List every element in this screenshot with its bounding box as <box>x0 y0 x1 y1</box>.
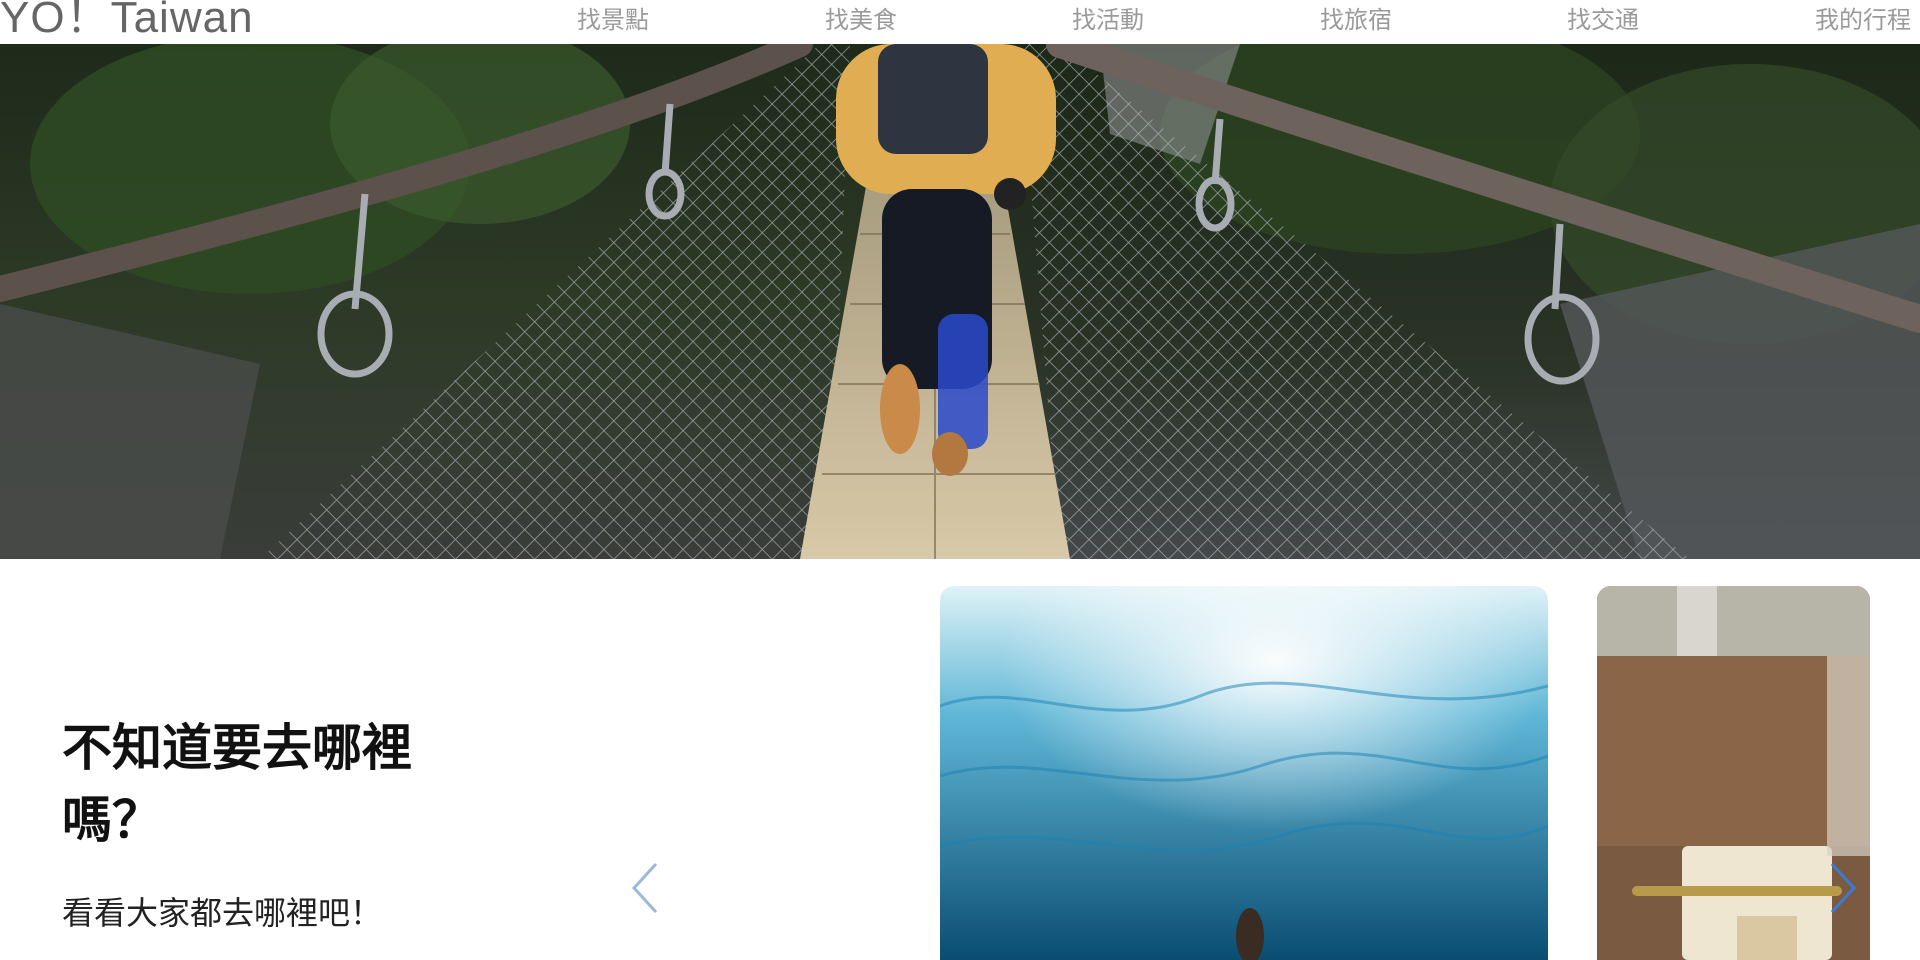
nav-item-food[interactable]: 找美食 <box>825 0 897 40</box>
site-logo[interactable]: YO！Taiwan <box>0 0 254 40</box>
card-image-underwater <box>940 586 1548 960</box>
nav-item-lodging[interactable]: 找旅宿 <box>1320 0 1392 40</box>
chevron-right-icon <box>1830 862 1857 914</box>
promo-heading: 不知道要去哪裡嗎？ <box>62 719 412 849</box>
top-navbar: YO！Taiwan 找景點 找美食 找活動 找旅宿 找交通 我的行程 <box>0 0 1920 44</box>
hero-image <box>0 44 1920 559</box>
destination-card[interactable] <box>940 586 1548 960</box>
nav-item-transport[interactable]: 找交通 <box>1567 0 1639 40</box>
chevron-left-icon <box>631 862 658 914</box>
nav-item-activities[interactable]: 找活動 <box>1072 0 1144 40</box>
hero-banner[interactable] <box>0 44 1920 559</box>
nav-item-my-itinerary[interactable]: 我的行程 <box>1815 0 1911 40</box>
promo-subheading: 看看大家都去哪裡吧！ <box>62 894 383 932</box>
carousel-prev-button[interactable] <box>626 858 666 918</box>
carousel-next-button[interactable] <box>1822 858 1862 918</box>
nav-item-attractions[interactable]: 找景點 <box>577 0 649 40</box>
